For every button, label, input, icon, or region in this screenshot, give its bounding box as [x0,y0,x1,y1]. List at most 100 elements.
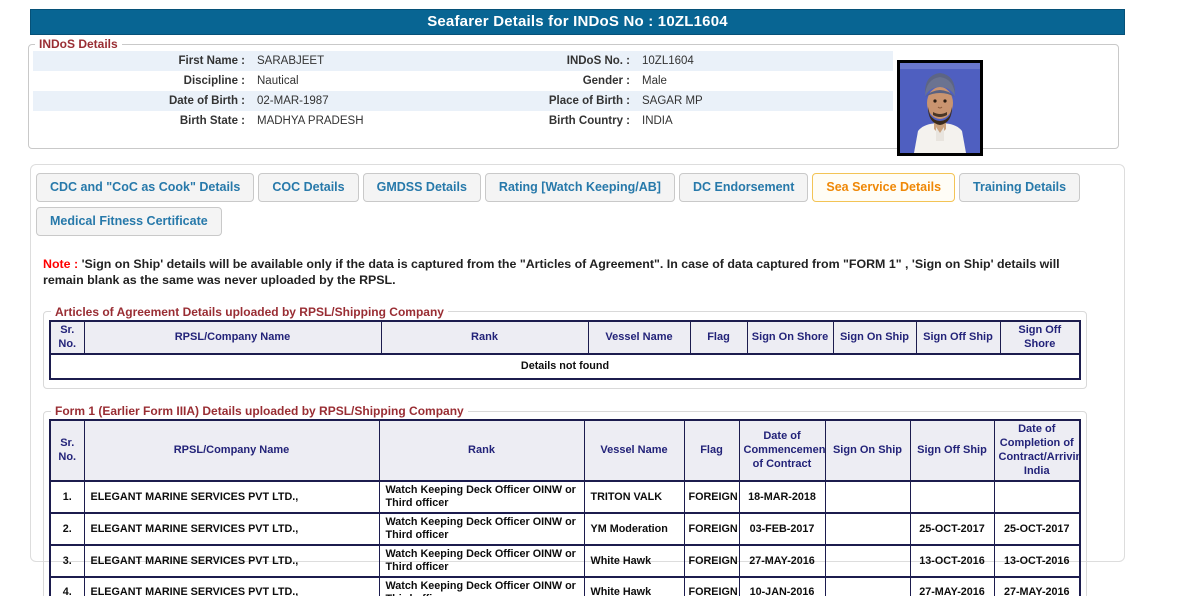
cell-commencement-date: 18-MAR-2018 [739,481,825,513]
col-date-of-completion: Date of Completion of Contract/Arriving … [994,420,1080,481]
note-label: Note : [43,257,78,271]
tab-gmdss-details[interactable]: GMDSS Details [363,173,481,202]
date-of-birth-value: 02-MAR-1987 [251,91,456,111]
cell-rank: Watch Keeping Deck Officer OINW or Third… [379,577,584,596]
col-sr-no: Sr. No. [50,321,84,355]
cell-flag: FOREIGN [684,513,739,545]
form1-section: Form 1 (Earlier Form IIIA) Details uploa… [43,404,1087,596]
cell-completion-date: 13-OCT-2016 [994,545,1080,577]
indos-details-legend: INDoS Details [35,37,122,51]
cell-sign-off-ship: 25-OCT-2017 [910,513,994,545]
col-sign-on-shore: Sign On Shore [747,321,833,355]
cell-sign-on-ship [825,481,910,513]
cell-rank: Watch Keeping Deck Officer OINW or Third… [379,545,584,577]
tab-rating-watch-keeping[interactable]: Rating [Watch Keeping/AB] [485,173,675,202]
details-not-found-message: Details not found [50,354,1080,379]
col-flag: Flag [690,321,747,355]
date-of-birth-label: Date of Birth : [33,91,251,111]
details-row: Birth State : MADHYA PRADESH Birth Count… [33,111,893,131]
col-flag: Flag [684,420,739,481]
birth-state-label: Birth State : [33,111,251,131]
sign-on-ship-note: Note : 'Sign on Ship' details will be av… [43,256,1093,289]
place-of-birth-value: SAGAR MP [636,91,893,111]
table-row: 1. ELEGANT MARINE SERVICES PVT LTD., Wat… [50,481,1080,513]
cell-sign-on-ship [825,577,910,596]
cell-vessel-name: YM Moderation [584,513,684,545]
cell-sign-on-ship [825,545,910,577]
cell-sign-off-ship [910,481,994,513]
cell-completion-date [994,481,1080,513]
indos-no-label: INDoS No. : [456,51,636,71]
tab-row-2: Medical Fitness Certificate [36,207,1118,241]
cell-commencement-date: 10-JAN-2016 [739,577,825,596]
cell-rank: Watch Keeping Deck Officer OINW or Third… [379,513,584,545]
discipline-label: Discipline : [33,71,251,91]
col-rank: Rank [381,321,588,355]
articles-header-row: Sr. No. RPSL/Company Name Rank Vessel Na… [50,321,1080,355]
col-rank: Rank [379,420,584,481]
tab-coc-details[interactable]: COC Details [258,173,358,202]
col-sr-no: Sr. No. [50,420,84,481]
articles-of-agreement-section: Articles of Agreement Details uploaded b… [43,305,1087,390]
col-vessel-name: Vessel Name [584,420,684,481]
table-row: 3. ELEGANT MARINE SERVICES PVT LTD., Wat… [50,545,1080,577]
col-date-of-commencement: Date of Commencement of Contract [739,420,825,481]
cell-commencement-date: 27-MAY-2016 [739,545,825,577]
col-sign-off-ship: Sign Off Ship [916,321,1000,355]
tab-dc-endorsement[interactable]: DC Endorsement [679,173,808,202]
tab-medical-fitness-certificate[interactable]: Medical Fitness Certificate [36,207,222,236]
cell-completion-date: 25-OCT-2017 [994,513,1080,545]
cell-company-name: ELEGANT MARINE SERVICES PVT LTD., [84,545,379,577]
cell-sr-no: 4. [50,577,84,596]
discipline-value: Nautical [251,71,456,91]
cell-company-name: ELEGANT MARINE SERVICES PVT LTD., [84,577,379,596]
page-container: Seafarer Details for INDoS No : 10ZL1604… [30,9,1125,562]
birth-country-label: Birth Country : [456,111,636,131]
col-sign-off-shore: Sign Off Shore [1000,321,1080,355]
col-sign-on-ship: Sign On Ship [825,420,910,481]
cell-sr-no: 3. [50,545,84,577]
indos-details-section: INDoS Details First Name : SARABJEET IND… [28,37,1119,149]
cell-sign-off-ship: 27-MAY-2016 [910,577,994,596]
table-row: 4. ELEGANT MARINE SERVICES PVT LTD., Wat… [50,577,1080,596]
articles-of-agreement-table: Sr. No. RPSL/Company Name Rank Vessel Na… [49,320,1081,381]
cell-vessel-name: TRITON VALK [584,481,684,513]
articles-table-legend: Articles of Agreement Details uploaded b… [51,305,448,319]
tab-training-details[interactable]: Training Details [959,173,1080,202]
form1-table: Sr. No. RPSL/Company Name Rank Vessel Na… [49,419,1081,596]
tab-cdc-coc-as-cook[interactable]: CDC and "CoC as Cook" Details [36,173,254,202]
cell-sign-on-ship [825,513,910,545]
birth-state-value: MADHYA PRADESH [251,111,456,131]
details-row: First Name : SARABJEET INDoS No. : 10ZL1… [33,51,893,71]
col-sign-off-ship: Sign Off Ship [910,420,994,481]
cell-flag: FOREIGN [684,577,739,596]
sea-service-tab-panel: Note : 'Sign on Ship' details will be av… [36,241,1118,596]
col-rpsl-company-name: RPSL/Company Name [84,321,381,355]
col-sign-on-ship: Sign On Ship [833,321,916,355]
cell-company-name: ELEGANT MARINE SERVICES PVT LTD., [84,513,379,545]
first-name-label: First Name : [33,51,251,71]
form1-table-legend: Form 1 (Earlier Form IIIA) Details uploa… [51,404,468,418]
cell-completion-date: 27-MAY-2016 [994,577,1080,596]
cell-sr-no: 2. [50,513,84,545]
cell-company-name: ELEGANT MARINE SERVICES PVT LTD., [84,481,379,513]
details-not-found-row: Details not found [50,354,1080,379]
place-of-birth-label: Place of Birth : [456,91,636,111]
tab-sea-service-details[interactable]: Sea Service Details [812,173,955,202]
col-vessel-name: Vessel Name [588,321,690,355]
page-title: Seafarer Details for INDoS No : 10ZL1604 [30,9,1125,35]
table-row: 2. ELEGANT MARINE SERVICES PVT LTD., Wat… [50,513,1080,545]
cell-vessel-name: White Hawk [584,545,684,577]
form1-header-row: Sr. No. RPSL/Company Name Rank Vessel Na… [50,420,1080,481]
tab-widget: CDC and "CoC as Cook" DetailsCOC Details… [30,164,1125,562]
birth-country-value: INDIA [636,111,893,131]
details-row: Discipline : Nautical Gender : Male [33,71,893,91]
cell-sr-no: 1. [50,481,84,513]
gender-value: Male [636,71,893,91]
details-row: Date of Birth : 02-MAR-1987 Place of Bir… [33,91,893,111]
cell-commencement-date: 03-FEB-2017 [739,513,825,545]
indos-no-value: 10ZL1604 [636,51,893,71]
cell-flag: FOREIGN [684,545,739,577]
col-rpsl-company-name: RPSL/Company Name [84,420,379,481]
cell-flag: FOREIGN [684,481,739,513]
